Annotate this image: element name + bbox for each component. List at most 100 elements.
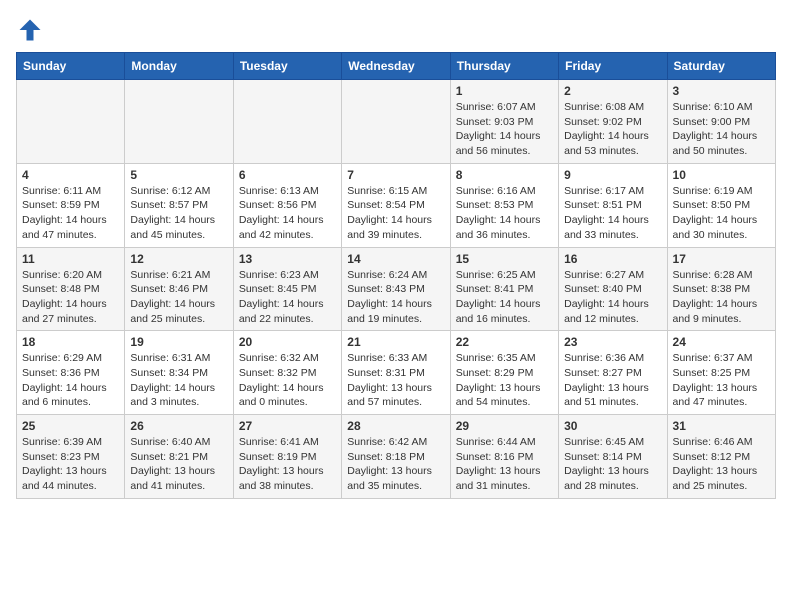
calendar-cell: 10 Sunrise: 6:19 AM Sunset: 8:50 PM Dayli… <box>667 163 775 247</box>
day-info: Sunrise: 6:07 AM Sunset: 9:03 PM Dayligh… <box>456 100 553 159</box>
calendar-cell: 29 Sunrise: 6:44 AM Sunset: 8:16 PM Dayli… <box>450 415 558 499</box>
day-info: Sunrise: 6:27 AM Sunset: 8:40 PM Dayligh… <box>564 268 661 327</box>
day-number: 16 <box>564 252 661 266</box>
day-info: Sunrise: 6:35 AM Sunset: 8:29 PM Dayligh… <box>456 351 553 410</box>
day-info: Sunrise: 6:24 AM Sunset: 8:43 PM Dayligh… <box>347 268 444 327</box>
logo <box>16 16 48 44</box>
calendar-cell: 24 Sunrise: 6:37 AM Sunset: 8:25 PM Dayli… <box>667 331 775 415</box>
day-of-week-header: Wednesday <box>342 53 450 80</box>
calendar-cell: 23 Sunrise: 6:36 AM Sunset: 8:27 PM Dayli… <box>559 331 667 415</box>
calendar-cell: 2 Sunrise: 6:08 AM Sunset: 9:02 PM Daylig… <box>559 80 667 164</box>
logo-icon <box>16 16 44 44</box>
day-info: Sunrise: 6:25 AM Sunset: 8:41 PM Dayligh… <box>456 268 553 327</box>
day-info: Sunrise: 6:16 AM Sunset: 8:53 PM Dayligh… <box>456 184 553 243</box>
calendar-cell: 7Sunrise: 6:15 AM Sunset: 8:54 PM Daylig… <box>342 163 450 247</box>
calendar-cell: 9Sunrise: 6:17 AM Sunset: 8:51 PM Daylig… <box>559 163 667 247</box>
day-number: 2 <box>564 84 661 98</box>
calendar-cell: 27 Sunrise: 6:41 AM Sunset: 8:19 PM Dayli… <box>233 415 341 499</box>
day-number: 7 <box>347 168 444 182</box>
day-info: Sunrise: 6:20 AM Sunset: 8:48 PM Dayligh… <box>22 268 119 327</box>
day-info: Sunrise: 6:33 AM Sunset: 8:31 PM Dayligh… <box>347 351 444 410</box>
day-number: 14 <box>347 252 444 266</box>
calendar-week-row: 25 Sunrise: 6:39 AM Sunset: 8:23 PM Dayli… <box>17 415 776 499</box>
day-number: 29 <box>456 419 553 433</box>
day-of-week-header: Thursday <box>450 53 558 80</box>
day-number: 10 <box>673 168 770 182</box>
day-number: 6 <box>239 168 336 182</box>
days-of-week-row: SundayMondayTuesdayWednesdayThursdayFrid… <box>17 53 776 80</box>
calendar-cell: 26 Sunrise: 6:40 AM Sunset: 8:21 PM Dayli… <box>125 415 233 499</box>
calendar-week-row: 18 Sunrise: 6:29 AM Sunset: 8:36 PM Dayli… <box>17 331 776 415</box>
day-number: 20 <box>239 335 336 349</box>
calendar-cell: 12 Sunrise: 6:21 AM Sunset: 8:46 PM Dayli… <box>125 247 233 331</box>
day-info: Sunrise: 6:10 AM Sunset: 9:00 PM Dayligh… <box>673 100 770 159</box>
day-number: 24 <box>673 335 770 349</box>
day-number: 28 <box>347 419 444 433</box>
day-info: Sunrise: 6:12 AM Sunset: 8:57 PM Dayligh… <box>130 184 227 243</box>
day-number: 17 <box>673 252 770 266</box>
page-header <box>16 16 776 44</box>
calendar-cell: 25 Sunrise: 6:39 AM Sunset: 8:23 PM Dayli… <box>17 415 125 499</box>
day-info: Sunrise: 6:21 AM Sunset: 8:46 PM Dayligh… <box>130 268 227 327</box>
calendar-cell: 21 Sunrise: 6:33 AM Sunset: 8:31 PM Dayli… <box>342 331 450 415</box>
day-number: 13 <box>239 252 336 266</box>
calendar-table: SundayMondayTuesdayWednesdayThursdayFrid… <box>16 52 776 499</box>
day-number: 1 <box>456 84 553 98</box>
calendar-cell <box>17 80 125 164</box>
calendar-cell <box>233 80 341 164</box>
day-info: Sunrise: 6:39 AM Sunset: 8:23 PM Dayligh… <box>22 435 119 494</box>
calendar-cell: 22Sunrise: 6:35 AM Sunset: 8:29 PM Dayli… <box>450 331 558 415</box>
calendar-cell: 13Sunrise: 6:23 AM Sunset: 8:45 PM Dayli… <box>233 247 341 331</box>
day-info: Sunrise: 6:40 AM Sunset: 8:21 PM Dayligh… <box>130 435 227 494</box>
calendar-cell: 19Sunrise: 6:31 AM Sunset: 8:34 PM Dayli… <box>125 331 233 415</box>
day-info: Sunrise: 6:37 AM Sunset: 8:25 PM Dayligh… <box>673 351 770 410</box>
day-number: 12 <box>130 252 227 266</box>
calendar-week-row: 1 Sunrise: 6:07 AM Sunset: 9:03 PM Daylig… <box>17 80 776 164</box>
day-number: 11 <box>22 252 119 266</box>
day-of-week-header: Saturday <box>667 53 775 80</box>
calendar-cell: 20 Sunrise: 6:32 AM Sunset: 8:32 PM Dayli… <box>233 331 341 415</box>
day-number: 23 <box>564 335 661 349</box>
day-info: Sunrise: 6:13 AM Sunset: 8:56 PM Dayligh… <box>239 184 336 243</box>
day-number: 25 <box>22 419 119 433</box>
day-info: Sunrise: 6:29 AM Sunset: 8:36 PM Dayligh… <box>22 351 119 410</box>
day-number: 21 <box>347 335 444 349</box>
day-number: 18 <box>22 335 119 349</box>
calendar-cell: 18 Sunrise: 6:29 AM Sunset: 8:36 PM Dayli… <box>17 331 125 415</box>
calendar-cell: 30 Sunrise: 6:45 AM Sunset: 8:14 PM Dayli… <box>559 415 667 499</box>
day-number: 5 <box>130 168 227 182</box>
day-number: 15 <box>456 252 553 266</box>
day-info: Sunrise: 6:31 AM Sunset: 8:34 PM Dayligh… <box>130 351 227 410</box>
day-info: Sunrise: 6:45 AM Sunset: 8:14 PM Dayligh… <box>564 435 661 494</box>
calendar-cell <box>125 80 233 164</box>
day-info: Sunrise: 6:44 AM Sunset: 8:16 PM Dayligh… <box>456 435 553 494</box>
day-info: Sunrise: 6:42 AM Sunset: 8:18 PM Dayligh… <box>347 435 444 494</box>
calendar-cell: 11 Sunrise: 6:20 AM Sunset: 8:48 PM Dayli… <box>17 247 125 331</box>
day-number: 27 <box>239 419 336 433</box>
calendar-cell: 6 Sunrise: 6:13 AM Sunset: 8:56 PM Daylig… <box>233 163 341 247</box>
day-info: Sunrise: 6:41 AM Sunset: 8:19 PM Dayligh… <box>239 435 336 494</box>
day-info: Sunrise: 6:17 AM Sunset: 8:51 PM Dayligh… <box>564 184 661 243</box>
day-of-week-header: Monday <box>125 53 233 80</box>
calendar-header: SundayMondayTuesdayWednesdayThursdayFrid… <box>17 53 776 80</box>
calendar-cell: 3Sunrise: 6:10 AM Sunset: 9:00 PM Daylig… <box>667 80 775 164</box>
calendar-cell: 28 Sunrise: 6:42 AM Sunset: 8:18 PM Dayli… <box>342 415 450 499</box>
day-info: Sunrise: 6:28 AM Sunset: 8:38 PM Dayligh… <box>673 268 770 327</box>
calendar-cell: 15 Sunrise: 6:25 AM Sunset: 8:41 PM Dayli… <box>450 247 558 331</box>
day-of-week-header: Tuesday <box>233 53 341 80</box>
day-info: Sunrise: 6:19 AM Sunset: 8:50 PM Dayligh… <box>673 184 770 243</box>
day-info: Sunrise: 6:36 AM Sunset: 8:27 PM Dayligh… <box>564 351 661 410</box>
day-number: 8 <box>456 168 553 182</box>
calendar-cell <box>342 80 450 164</box>
day-number: 26 <box>130 419 227 433</box>
calendar-cell: 14 Sunrise: 6:24 AM Sunset: 8:43 PM Dayli… <box>342 247 450 331</box>
day-number: 30 <box>564 419 661 433</box>
day-info: Sunrise: 6:11 AM Sunset: 8:59 PM Dayligh… <box>22 184 119 243</box>
day-of-week-header: Friday <box>559 53 667 80</box>
day-info: Sunrise: 6:32 AM Sunset: 8:32 PM Dayligh… <box>239 351 336 410</box>
day-info: Sunrise: 6:46 AM Sunset: 8:12 PM Dayligh… <box>673 435 770 494</box>
calendar-body: 1 Sunrise: 6:07 AM Sunset: 9:03 PM Daylig… <box>17 80 776 499</box>
calendar-cell: 31Sunrise: 6:46 AM Sunset: 8:12 PM Dayli… <box>667 415 775 499</box>
calendar-week-row: 11 Sunrise: 6:20 AM Sunset: 8:48 PM Dayli… <box>17 247 776 331</box>
day-info: Sunrise: 6:08 AM Sunset: 9:02 PM Dayligh… <box>564 100 661 159</box>
